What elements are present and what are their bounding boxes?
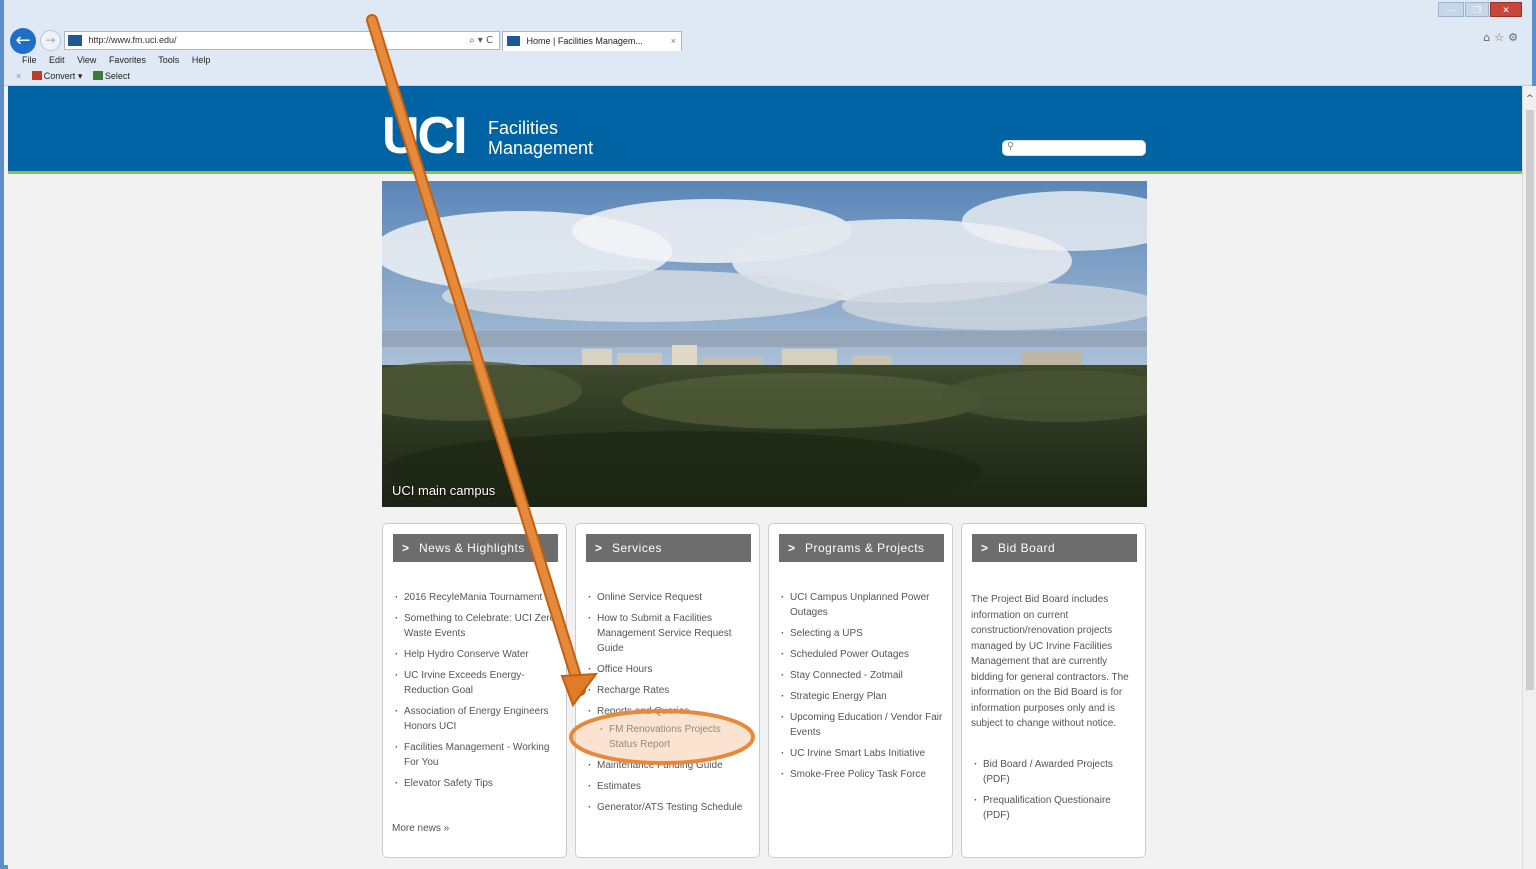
- news-item[interactable]: Facilities Management - Working For You: [392, 740, 557, 770]
- address-controls[interactable]: ⌕ ▾ C: [469, 32, 493, 49]
- browser-tab[interactable]: Home | Facilities Managem... ×: [502, 31, 682, 51]
- hero-caption: UCI main campus: [392, 483, 496, 498]
- menu-file[interactable]: File: [22, 55, 37, 65]
- services-item[interactable]: Recharge Rates: [585, 683, 750, 698]
- convert-button[interactable]: Convert ▾: [31, 71, 83, 81]
- logo-line-1: Facilities: [488, 118, 559, 138]
- services-item[interactable]: Office Hours: [585, 662, 750, 677]
- programs-item[interactable]: Strategic Energy Plan: [778, 689, 943, 704]
- tab-favicon-icon: [507, 36, 520, 46]
- news-list: 2016 RecyleMania Tournament Something to…: [392, 590, 557, 797]
- forward-button[interactable]: →: [40, 30, 61, 51]
- services-header[interactable]: > Services: [586, 534, 751, 562]
- programs-header[interactable]: > Programs & Projects: [779, 534, 944, 562]
- programs-header-label: Programs & Projects: [805, 541, 925, 555]
- news-item[interactable]: Association of Energy Engineers Honors U…: [392, 704, 557, 734]
- command-bar-close-icon[interactable]: ×: [16, 71, 21, 81]
- menu-favorites[interactable]: Favorites: [109, 55, 146, 65]
- programs-item[interactable]: UC Irvine Smart Labs Initiative: [778, 746, 943, 761]
- more-news-link[interactable]: More news »: [392, 823, 449, 834]
- services-column: > Services Online Service Request How to …: [575, 523, 760, 858]
- menu-help[interactable]: Help: [192, 55, 211, 65]
- fm-renovations-status-report-link[interactable]: FM Renovations Projects Status Report: [585, 722, 750, 752]
- programs-item[interactable]: UCI Campus Unplanned Power Outages: [778, 590, 943, 620]
- chevron-right-icon: >: [595, 541, 603, 555]
- home-favorites-settings-icons[interactable]: ⌂☆⚙: [1483, 31, 1522, 44]
- menu-edit[interactable]: Edit: [49, 55, 65, 65]
- pdf-icon: [31, 71, 42, 80]
- bid-board-item[interactable]: Prequalification Questionaire (PDF): [971, 793, 1136, 823]
- search-icon: ⚲: [1007, 141, 1015, 152]
- bid-board-description: The Project Bid Board includes informati…: [971, 594, 1129, 729]
- select-icon: [92, 71, 103, 80]
- services-item[interactable]: Online Service Request: [585, 590, 750, 605]
- tab-title[interactable]: Home | Facilities Managem...: [527, 36, 643, 46]
- news-header[interactable]: > News & Highlights: [393, 534, 558, 562]
- services-item[interactable]: How to Submit a Facilities Management Se…: [585, 611, 750, 656]
- menu-tools[interactable]: Tools: [158, 55, 179, 65]
- services-list: Online Service Request How to Submit a F…: [585, 590, 750, 821]
- bid-board-list: Bid Board / Awarded Projects (PDF) Prequ…: [971, 757, 1136, 829]
- news-column: > News & Highlights 2016 RecyleMania Tour…: [382, 523, 567, 858]
- services-item[interactable]: Maintenance Funding Guide: [585, 758, 750, 773]
- maximize-button[interactable]: ❐: [1465, 2, 1489, 17]
- scroll-up-icon[interactable]: ^: [1526, 94, 1534, 104]
- bid-board-header[interactable]: > Bid Board: [972, 534, 1137, 562]
- logo-mark: UCI: [382, 107, 468, 165]
- news-item[interactable]: UC Irvine Exceeds Energy-Reduction Goal: [392, 668, 557, 698]
- close-window-button[interactable]: ✕: [1490, 2, 1522, 17]
- scrollbar-thumb[interactable]: [1526, 110, 1534, 690]
- menu-view[interactable]: View: [77, 55, 96, 65]
- address-url[interactable]: http://www.fm.uci.edu/: [89, 32, 177, 49]
- programs-item[interactable]: Upcoming Education / Vendor Fair Events: [778, 710, 943, 740]
- services-item[interactable]: Estimates: [585, 779, 750, 794]
- news-item[interactable]: 2016 RecyleMania Tournament: [392, 590, 557, 605]
- news-item[interactable]: Elevator Safety Tips: [392, 776, 557, 791]
- convert-dropdown-arrow[interactable]: ▾: [78, 71, 83, 81]
- programs-column: > Programs & Projects UCI Campus Unplanne…: [768, 523, 953, 858]
- chevron-right-icon: >: [981, 541, 989, 555]
- command-bar: × Convert ▾ Select: [16, 71, 138, 84]
- services-item[interactable]: Generator/ATS Testing Schedule: [585, 800, 750, 815]
- campus-photo: [382, 181, 1147, 507]
- site-favicon-icon: [68, 35, 82, 46]
- programs-item[interactable]: Smoke-Free Policy Task Force: [778, 767, 943, 782]
- news-item[interactable]: Something to Celebrate: UCI Zero Waste E…: [392, 611, 557, 641]
- logo-line-2: Management: [488, 138, 594, 158]
- menu-bar: File Edit View Favorites Tools Help: [22, 55, 220, 67]
- chevron-right-icon: >: [788, 541, 796, 555]
- news-item[interactable]: Help Hydro Conserve Water: [392, 647, 557, 662]
- programs-item[interactable]: Selecting a UPS: [778, 626, 943, 641]
- back-button[interactable]: ←: [10, 28, 36, 54]
- news-header-label: News & Highlights: [419, 541, 525, 555]
- bid-board-column: > Bid Board The Project Bid Board include…: [961, 523, 1146, 858]
- services-header-label: Services: [612, 541, 663, 555]
- programs-list: UCI Campus Unplanned Power Outages Selec…: [778, 590, 943, 788]
- site-search-input[interactable]: ⚲: [1002, 140, 1146, 156]
- hero-image: UCI main campus: [382, 181, 1147, 507]
- web-page: UCI Facilities Management ⚲ UCI main cam…: [8, 86, 1522, 869]
- bid-board-header-label: Bid Board: [998, 541, 1056, 555]
- minimize-button[interactable]: —: [1438, 2, 1464, 17]
- tab-close-icon[interactable]: ×: [671, 32, 676, 50]
- window-controls: — ❐ ✕: [1438, 2, 1522, 17]
- services-item[interactable]: Reports and Queries: [585, 704, 750, 719]
- programs-item[interactable]: Stay Connected - Zotmail: [778, 668, 943, 683]
- site-banner: UCI Facilities Management ⚲: [8, 86, 1522, 174]
- chevron-right-icon: >: [402, 541, 410, 555]
- bid-board-item[interactable]: Bid Board / Awarded Projects (PDF): [971, 757, 1136, 787]
- programs-item[interactable]: Scheduled Power Outages: [778, 647, 943, 662]
- browser-window: ← → http://www.fm.uci.edu/ ⌕ ▾ C Home | …: [0, 0, 1536, 869]
- select-button[interactable]: Select: [92, 71, 130, 81]
- logo-text: Facilities Management: [488, 118, 648, 158]
- address-bar[interactable]: http://www.fm.uci.edu/ ⌕ ▾ C: [64, 31, 500, 50]
- browser-chrome: ← → http://www.fm.uci.edu/ ⌕ ▾ C Home | …: [4, 0, 1532, 86]
- vertical-scrollbar[interactable]: ^: [1522, 86, 1536, 869]
